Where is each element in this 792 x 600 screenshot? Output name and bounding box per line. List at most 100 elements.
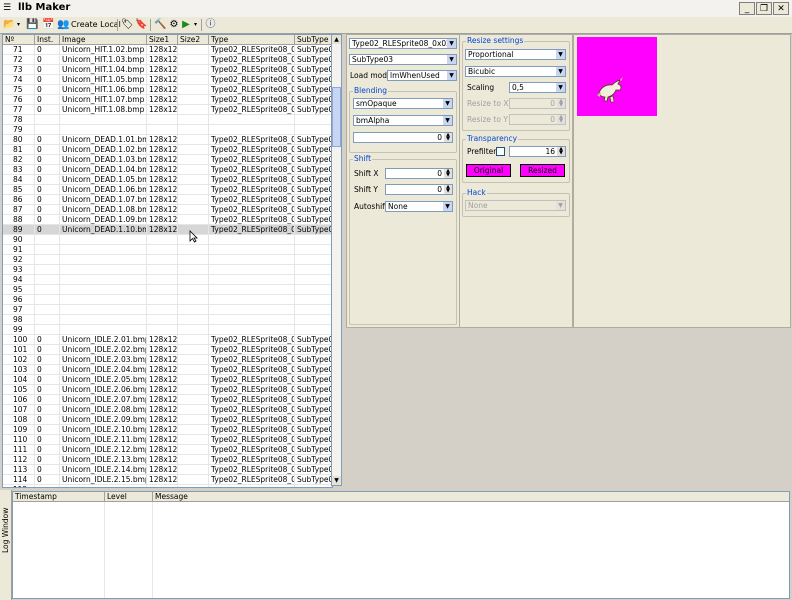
blend-mode-combo[interactable]: smOpaque ▼ [353,98,453,109]
table-row[interactable]: 1080Unicorn_IDLE.2.09.bmp128x128 Type02_R… [3,415,332,425]
table-row[interactable]: 1090Unicorn_IDLE.2.10.bmp128x128 Type02_R… [3,425,332,435]
create-local-button[interactable]: Create Local [71,18,121,32]
table-row[interactable]: 770Unicorn_HIT.1.08.bmp128x128 Type02_RLE… [3,105,332,115]
scaling-combo[interactable]: 0,5 ▼ [509,82,566,93]
minimize-button[interactable]: _ [739,2,755,15]
table-row[interactable]: 1100Unicorn_IDLE.2.11.bmp128x128 Type02_R… [3,435,332,445]
original-button[interactable]: Original [466,164,511,177]
table-row[interactable]: 1020Unicorn_IDLE.2.03.bmp128x128 Type02_R… [3,355,332,365]
blend-value-spinner[interactable]: 0 ▲ ▼ [353,132,453,143]
autoshift-combo[interactable]: None ▼ [385,201,453,212]
table-row[interactable]: 760Unicorn_HIT.1.07.bmp128x128 Type02_RLE… [3,95,332,105]
resized-button[interactable]: Resized [520,164,565,177]
table-row[interactable]: 830Unicorn_DEAD.1.04.bmp128x128 Type02_RL… [3,165,332,175]
table-row[interactable]: 820Unicorn_DEAD.1.03.bmp128x128 Type02_RL… [3,155,332,165]
open-folder-icon[interactable]: 📂 [3,18,15,32]
chevron-down-icon[interactable]: ▼ [556,83,565,92]
table-row[interactable]: 95 [3,285,332,295]
table-row[interactable]: 1070Unicorn_IDLE.2.08.bmp128x128 Type02_R… [3,405,332,415]
play-icon[interactable]: ▶ [181,18,191,32]
table-row[interactable]: 99 [3,325,332,335]
table-row[interactable]: 90 [3,235,332,245]
tags-icon[interactable]: 🔖 [135,18,147,32]
sprite-grid[interactable]: Nº Inst. Image Size1 Size2 Type SubType … [2,34,333,488]
log-window[interactable]: Timestamp Level Message [12,491,790,599]
table-row[interactable]: 860Unicorn_DEAD.1.07.bmp128x128 Type02_RL… [3,195,332,205]
shift-y-spinner[interactable]: 0 ▲ ▼ [385,184,453,195]
table-row[interactable]: 79 [3,125,332,135]
save-icon[interactable]: 💾 [26,18,38,32]
calendar-icon[interactable]: 📅 [42,18,54,32]
blend-alpha-combo[interactable]: bmAlpha ▼ [353,115,453,126]
table-row[interactable]: 1140Unicorn_IDLE.2.15.bmp128x128 Type02_R… [3,475,332,485]
table-row[interactable]: 96 [3,295,332,305]
chevron-down-icon[interactable]: ▼ [556,67,565,76]
table-row[interactable]: 1000Unicorn_IDLE.2.01.bmp128x128 Type02_R… [3,335,332,345]
users-icon[interactable]: 👥 [57,18,69,32]
help-icon[interactable]: ⓘ [205,18,216,32]
chevron-down-icon[interactable]: ▼ [556,50,565,59]
gear-icon[interactable]: ⚙ [168,18,180,32]
tag-icon[interactable]: 🏷 [121,18,134,32]
resize-filter-combo[interactable]: Bicubic ▼ [465,66,566,77]
scroll-thumb[interactable] [332,87,341,147]
log-column-message[interactable]: Message [153,492,789,502]
table-row[interactable]: 78 [3,115,332,125]
close-button[interactable]: ✕ [773,2,789,15]
load-mode-combo[interactable]: lmWhenUsed ▼ [387,70,457,81]
log-column-timestamp[interactable]: Timestamp [13,492,105,502]
table-row[interactable]: 720Unicorn_HIT.1.03.bmp128x128 Type02_RLE… [3,55,332,65]
table-row[interactable]: 93 [3,265,332,275]
column-header-size1[interactable]: Size1 [147,35,178,45]
grid-scrollbar[interactable]: ▲ ▼ [331,34,342,486]
table-row[interactable]: 1010Unicorn_IDLE.2.02.bmp128x128 Type02_R… [3,345,332,355]
chevron-down-icon[interactable]: ▼ [443,116,452,125]
log-window-tab[interactable]: Log Window [0,490,12,600]
column-header-image[interactable]: Image [60,35,147,45]
scroll-down-icon[interactable]: ▼ [332,476,341,485]
table-row[interactable]: 1050Unicorn_IDLE.2.06.bmp128x128 Type02_R… [3,385,332,395]
type-combo[interactable]: Type02_RLESprite08_0x02 ▼ [349,38,457,49]
table-row[interactable]: 890Unicorn_DEAD.1.10.bmp128x128 Type02_RL… [3,225,332,235]
table-row[interactable]: 730Unicorn_HIT.1.04.bmp128x128 Type02_RLE… [3,65,332,75]
scroll-up-icon[interactable]: ▲ [332,35,341,44]
table-row[interactable]: 1040Unicorn_IDLE.2.05.bmp128x128 Type02_R… [3,375,332,385]
subtype-combo[interactable]: SubType03 ▼ [349,54,457,65]
play-dropdown-icon[interactable]: ▾ [192,18,199,32]
spin-arrows-icon[interactable]: ▲ ▼ [557,147,565,156]
table-row[interactable]: 870Unicorn_DEAD.1.08.bmp128x128 Type02_RL… [3,205,332,215]
table-row[interactable]: 850Unicorn_DEAD.1.06.bmp128x128 Type02_RL… [3,185,332,195]
spin-arrows-icon[interactable]: ▲ ▼ [444,169,452,178]
restore-button[interactable]: ❐ [756,2,772,15]
prefilter-checkbox[interactable] [496,147,505,156]
table-row[interactable]: 750Unicorn_HIT.1.06.bmp128x128 Type02_RLE… [3,85,332,95]
table-row[interactable]: 1060Unicorn_IDLE.2.07.bmp128x128 Type02_R… [3,395,332,405]
column-header-subtype[interactable]: SubType [295,35,332,45]
table-row[interactable]: 1130Unicorn_IDLE.2.14.bmp128x128 Type02_R… [3,465,332,475]
table-row[interactable]: 115 [3,485,332,487]
table-row[interactable]: 91 [3,245,332,255]
table-row[interactable]: 840Unicorn_DEAD.1.05.bmp128x128 Type02_RL… [3,175,332,185]
log-column-level[interactable]: Level [105,492,153,502]
column-header-type[interactable]: Type [209,35,295,45]
shift-x-spinner[interactable]: 0 ▲ ▼ [385,168,453,179]
table-row[interactable]: 810Unicorn_DEAD.1.02.bmp128x128 Type02_RL… [3,145,332,155]
tools-icon[interactable]: 🔨 [154,18,166,32]
table-row[interactable]: 97 [3,305,332,315]
spin-arrows-icon[interactable]: ▲ ▼ [444,133,452,142]
chevron-down-icon[interactable]: ▼ [447,55,456,64]
chevron-down-icon[interactable]: ▼ [447,71,456,80]
table-row[interactable]: 880Unicorn_DEAD.1.09.bmp128x128 Type02_RL… [3,215,332,225]
column-header-inst[interactable]: Inst. [35,35,60,45]
column-header-number[interactable]: Nº [3,35,35,45]
open-dropdown-icon[interactable]: ▾ [15,18,22,32]
chevron-down-icon[interactable]: ▼ [443,202,452,211]
resize-mode-combo[interactable]: Proportional ▼ [465,49,566,60]
chevron-down-icon[interactable]: ▼ [447,39,456,48]
spin-arrows-icon[interactable]: ▲ ▼ [444,185,452,194]
chevron-down-icon[interactable]: ▼ [443,99,452,108]
table-row[interactable]: 1110Unicorn_IDLE.2.12.bmp128x128 Type02_R… [3,445,332,455]
table-row[interactable]: 92 [3,255,332,265]
column-header-size2[interactable]: Size2 [178,35,209,45]
table-row[interactable]: 710Unicorn_HIT.1.02.bmp128x128 Type02_RLE… [3,45,332,55]
